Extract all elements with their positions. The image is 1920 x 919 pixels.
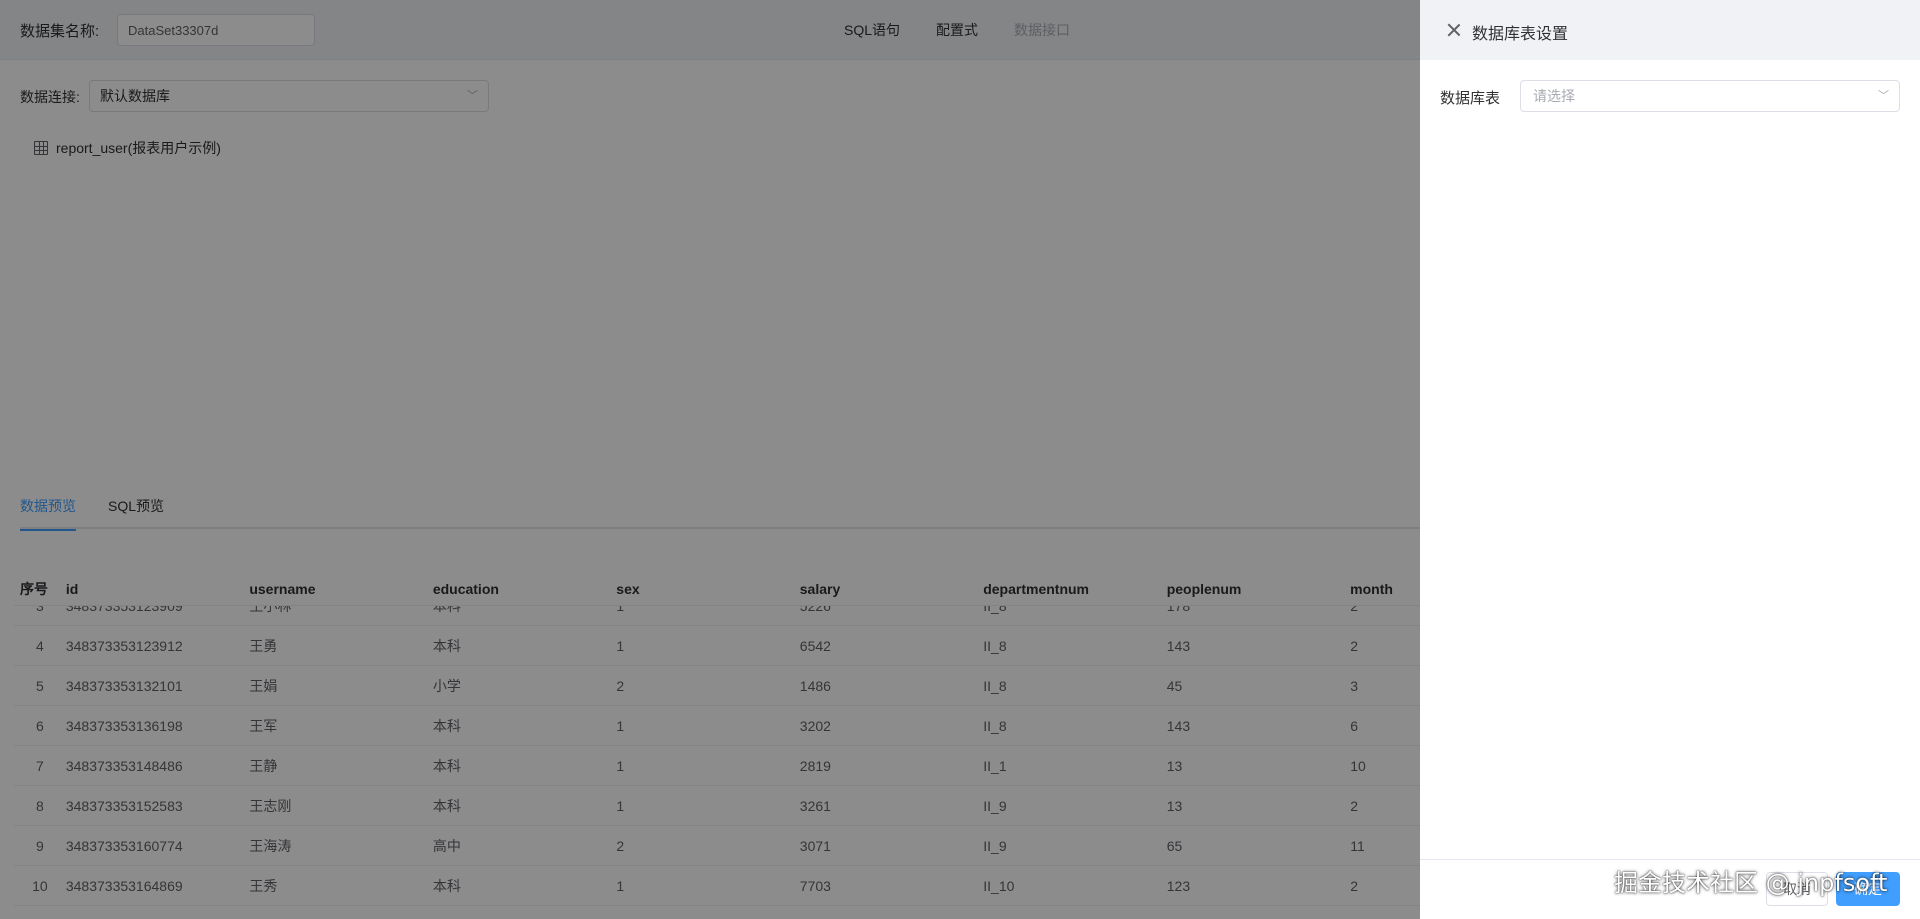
close-icon[interactable] bbox=[1444, 20, 1464, 40]
db-table-settings-drawer: 数据库表设置 数据库表 请选择 ﹀ 取消 确定 bbox=[1420, 0, 1920, 919]
db-table-field-label: 数据库表 bbox=[1440, 90, 1501, 107]
chevron-down-icon: ﹀ bbox=[1878, 90, 1889, 102]
watermark: 掘金技术社区 @ jnpfsoft bbox=[1614, 869, 1888, 897]
db-table-select-placeholder: 请选择 bbox=[1533, 88, 1575, 104]
db-table-select[interactable]: 请选择 ﹀ bbox=[1520, 80, 1900, 112]
drawer-header: 数据库表设置 bbox=[1420, 0, 1920, 60]
drawer-title: 数据库表设置 bbox=[1472, 26, 1569, 43]
